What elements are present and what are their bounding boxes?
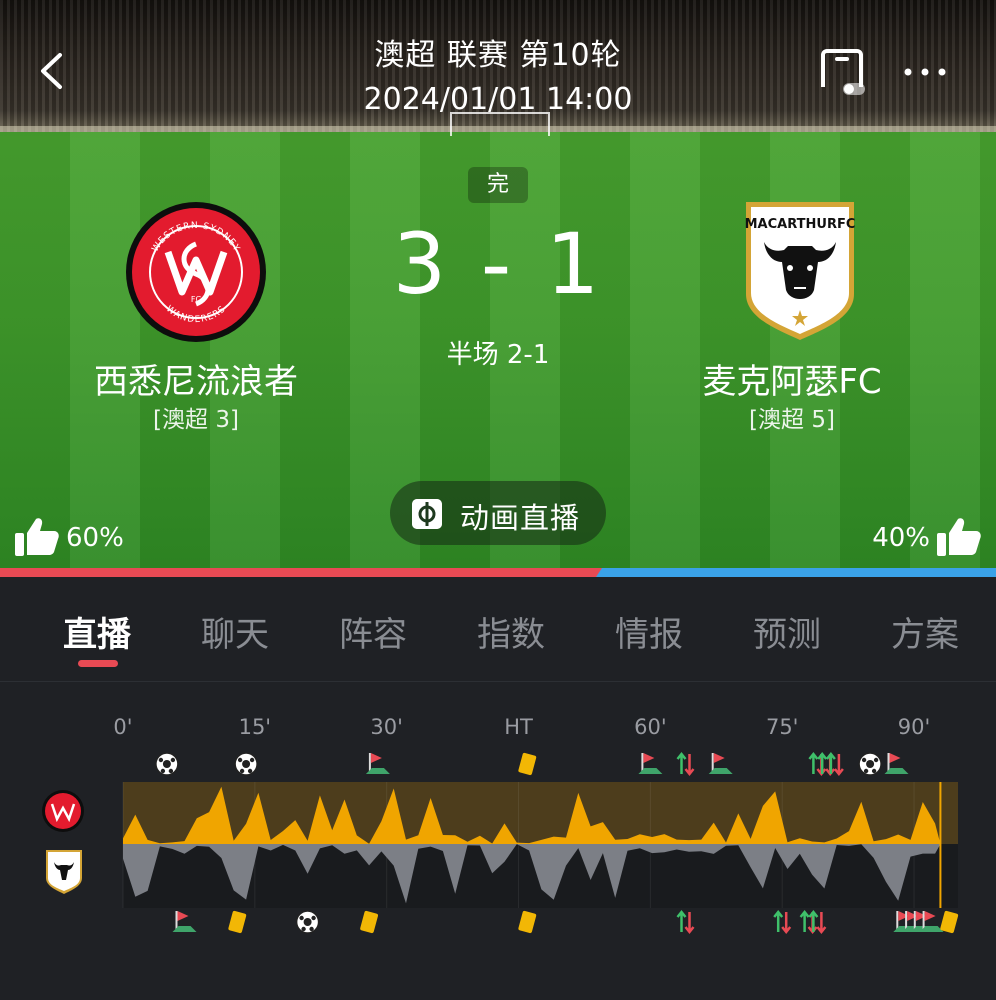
yellow-card-icon [518,752,537,776]
away-team-name[interactable]: 麦克阿瑟FC [660,354,924,403]
match-status-badge: 完 [468,167,528,203]
away-team-rank: [澳超 5] [749,407,835,433]
screen-cast-icon[interactable] [817,47,867,97]
match-datetime: 2024/01/01 14:00 [363,82,633,117]
away-support-percent: 40% [872,523,930,553]
yellow-card-icon [228,910,247,934]
corner-flag-icon [884,753,909,774]
svg-text:FC: FC [191,295,202,304]
animation-live-label: 动画直播 [460,501,581,535]
support-bar-away [596,568,996,577]
yellow-card-icon [518,910,537,934]
away-thumbs-up-icon[interactable] [936,515,982,557]
tab-bar: 直播 聊天 阵容 指数 情报 预测 方案 [0,577,996,682]
home-support-percent: 60% [66,523,124,553]
substitution-icon [676,751,695,777]
home-team-name[interactable]: 西悉尼流浪者 [60,354,332,403]
home-thumbs-up-icon[interactable] [14,515,60,557]
tab-lineup[interactable]: 阵容 [318,607,428,656]
timeline-tick-label: HT [504,715,533,739]
tab-intel[interactable]: 情报 [594,607,704,656]
goal-icon [295,910,320,934]
corner-flag-icon [638,753,663,774]
timeline-tick-label: 0' [113,715,132,739]
tab-plans[interactable]: 方案 [870,607,980,656]
goal-icon [858,752,882,776]
corner-flag-icon [172,911,197,932]
substitution-icon [773,909,792,935]
timeline-away-logo [46,850,82,894]
half-time-score: 半场 2-1 [446,340,550,370]
yellow-card-icon [940,910,959,934]
substitution-icon [676,909,695,935]
timeline-tick-label: 60' [634,715,667,739]
home-team-logo[interactable]: WESTERN SYDNEY WANDERERS FC [124,200,268,344]
match-hero: 澳超 联赛 第10轮 2024/01/01 14:00 完 WESTERN SY… [0,0,996,568]
timeline-tick-label: 15' [239,715,272,739]
match-momentum-timeline[interactable]: 0' 15' 30' HT 60' 75' 90' [0,682,996,1000]
timeline-tick-label: 75' [766,715,799,739]
corner-flag-icon [919,911,944,932]
yellow-card-icon [360,910,379,934]
goal-icon [234,752,258,776]
tab-prediction[interactable]: 预测 [732,607,842,656]
timeline-tick-label: 90' [898,715,931,739]
corner-flag-icon [708,753,733,774]
tab-chat[interactable]: 聊天 [180,607,290,656]
svg-text:MACARTHURFC: MACARTHURFC [745,217,856,232]
away-team-logo[interactable]: MACARTHURFC [742,198,858,342]
home-team-rank: [澳超 3] [153,407,239,433]
competition-title: 澳超 联赛 第10轮 [374,38,622,73]
match-score: 3 - 1 [392,215,604,313]
goal-icon [155,752,179,776]
timeline-tick-label: 30' [370,715,403,739]
corner-flag-icon [365,753,390,774]
animation-live-button[interactable]: 动画直播 [390,481,606,545]
more-icon[interactable] [900,62,950,82]
animation-pitch-icon [412,499,442,529]
active-tab-indicator [78,660,118,667]
tab-live[interactable]: 直播 [42,607,152,656]
timeline-home-logo [42,790,84,832]
tab-odds[interactable]: 指数 [456,607,566,656]
back-icon[interactable] [38,52,64,90]
momentum-chart: 0' 15' 30' HT 60' 75' 90' [42,715,959,935]
